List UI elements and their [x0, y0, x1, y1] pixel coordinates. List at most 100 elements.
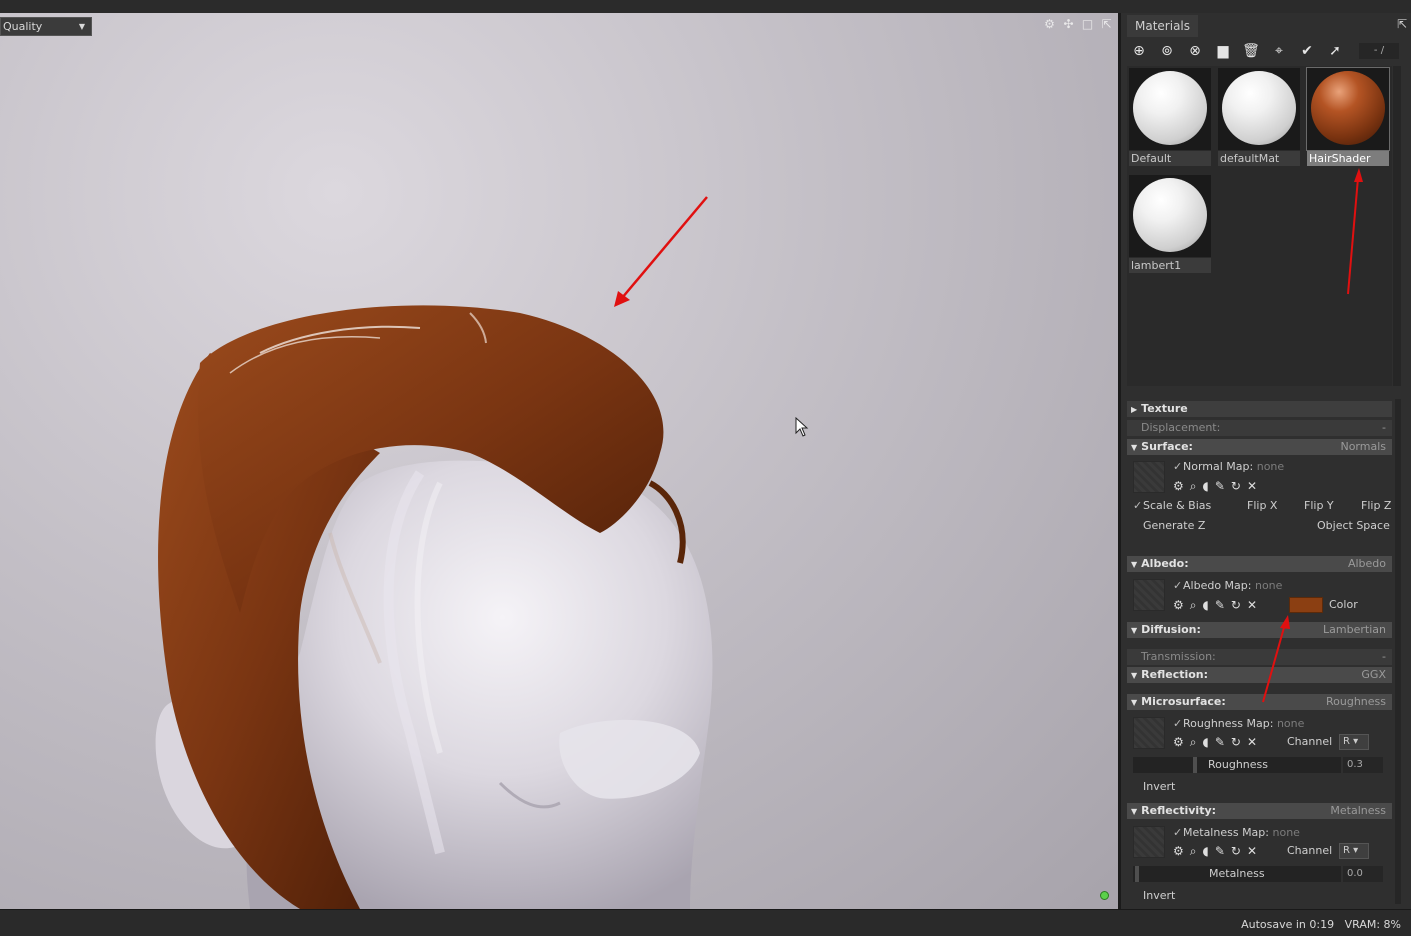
- reload-icon[interactable]: ↻: [1231, 734, 1241, 750]
- material-properties: ▶ Texture Displacement: - ▼ Surface: Normals…: [1127, 399, 1392, 909]
- edit-icon[interactable]: ✎: [1215, 843, 1225, 859]
- materials-panel: Materials ⇱ ⊕ ⊚ ⊗ ▆ 🗑 ⌖ ✔ ➚ - / Default …: [1118, 13, 1411, 909]
- folder-icon[interactable]: ▆: [1213, 41, 1233, 61]
- material-preview: [1222, 71, 1296, 145]
- invert-checkbox[interactable]: Invert: [1133, 888, 1175, 904]
- reload-icon[interactable]: ↻: [1231, 478, 1241, 494]
- app-window: Quality ▼ ⚙ ✣ □ ⇱ Materials ⇱ ⊕ ⊚ ⊗ ▆ 🗑 …: [0, 0, 1411, 936]
- metalness-value[interactable]: 0.0: [1343, 866, 1383, 882]
- close-icon[interactable]: ✕: [1247, 843, 1257, 859]
- roughness-map-slot[interactable]: [1133, 717, 1165, 749]
- normal-map-tools: ⚙ ⌕ ◖ ✎ ↻ ✕: [1173, 478, 1257, 494]
- sample-icon[interactable]: ◖: [1203, 734, 1209, 750]
- slider-handle[interactable]: [1193, 757, 1197, 773]
- status-indicator: [1100, 891, 1109, 900]
- sample-icon[interactable]: ◖: [1203, 597, 1209, 613]
- material-hairshader[interactable]: HairShader: [1305, 66, 1391, 168]
- autosave-text: Autosave in 0:19: [1241, 918, 1335, 931]
- section-surface[interactable]: ▼ Surface: Normals: [1127, 439, 1392, 455]
- duplicate-icon[interactable]: ⊚: [1157, 41, 1177, 61]
- slider-handle[interactable]: [1135, 866, 1139, 882]
- channel-label: Channel: [1287, 735, 1333, 748]
- section-albedo[interactable]: ▼ Albedo: Albedo: [1127, 556, 1392, 572]
- status-bar: Autosave in 0:19 VRAM: 8%: [0, 909, 1411, 936]
- flip-x-checkbox[interactable]: Flip X: [1237, 498, 1277, 514]
- tab-materials[interactable]: Materials: [1127, 15, 1199, 37]
- albedo-color-swatch[interactable]: [1289, 597, 1323, 613]
- roughness-channel-select[interactable]: R ▾: [1339, 734, 1369, 750]
- close-icon[interactable]: ✕: [1247, 597, 1257, 613]
- material-grid: Default defaultMat HairShader lambert1: [1127, 66, 1392, 386]
- search-icon[interactable]: ⌕: [1190, 478, 1197, 494]
- quality-dropdown[interactable]: Quality ▼: [0, 17, 92, 36]
- edit-icon[interactable]: ✎: [1215, 597, 1225, 613]
- annotation-arrow: [1262, 615, 1290, 703]
- export-icon[interactable]: ➚: [1325, 41, 1345, 61]
- reload-icon[interactable]: ↻: [1231, 597, 1241, 613]
- mouse-cursor-icon: [795, 417, 809, 437]
- flip-z-checkbox[interactable]: Flip Z: [1351, 498, 1391, 514]
- generate-z-checkbox[interactable]: Generate Z: [1133, 518, 1205, 534]
- sample-icon[interactable]: ◖: [1203, 478, 1209, 494]
- move-icon[interactable]: ✣: [1061, 17, 1076, 31]
- section-displacement[interactable]: Displacement: -: [1127, 420, 1392, 436]
- close-icon[interactable]: ✕: [1247, 478, 1257, 494]
- check-icon[interactable]: ✔: [1297, 41, 1317, 61]
- gear-icon[interactable]: ⚙: [1173, 478, 1184, 494]
- gear-icon[interactable]: ⚙: [1173, 597, 1184, 613]
- edit-icon[interactable]: ✎: [1215, 734, 1225, 750]
- maximize-icon[interactable]: □: [1080, 17, 1095, 31]
- flip-y-checkbox[interactable]: Flip Y: [1294, 498, 1334, 514]
- search-icon[interactable]: ⌕: [1190, 843, 1197, 859]
- invert-checkbox[interactable]: Invert: [1133, 779, 1175, 795]
- material-default[interactable]: Default: [1127, 66, 1213, 168]
- edit-icon[interactable]: ✎: [1215, 478, 1225, 494]
- albedo-map-slot[interactable]: [1133, 579, 1165, 611]
- material-label: HairShader: [1307, 151, 1389, 166]
- page-indicator[interactable]: - /: [1359, 43, 1399, 59]
- object-space-checkbox[interactable]: Object Space: [1307, 518, 1390, 534]
- albedo-map-label: Albedo Map:: [1183, 579, 1252, 592]
- material-label: lambert1: [1129, 258, 1211, 273]
- material-defaultmat[interactable]: defaultMat: [1216, 66, 1302, 168]
- metalness-map-slot[interactable]: [1133, 826, 1165, 858]
- metalness-map-tools: ⚙ ⌕ ◖ ✎ ↻ ✕: [1173, 843, 1257, 859]
- section-reflectivity[interactable]: ▼ Reflectivity: Metalness: [1127, 803, 1392, 819]
- properties-scrollbar[interactable]: [1395, 399, 1401, 904]
- material-scrollbar[interactable]: [1393, 66, 1401, 386]
- gear-icon[interactable]: ⚙: [1042, 17, 1057, 31]
- scene-render: [155, 196, 713, 909]
- roughness-value[interactable]: 0.3: [1343, 757, 1383, 773]
- popout-icon[interactable]: ⇱: [1397, 17, 1407, 31]
- metalness-slider[interactable]: Metalness: [1133, 866, 1341, 882]
- search-icon[interactable]: ⌕: [1190, 597, 1197, 613]
- add-icon[interactable]: ⊕: [1129, 41, 1149, 61]
- vram-text: VRAM: 8%: [1344, 918, 1401, 931]
- sample-icon[interactable]: ◖: [1203, 843, 1209, 859]
- normal-map-slot[interactable]: [1133, 461, 1165, 493]
- roughness-map-label: Roughness Map:: [1183, 717, 1274, 730]
- material-preview: [1133, 71, 1207, 145]
- search-icon[interactable]: ⌕: [1190, 734, 1197, 750]
- scale-bias-checkbox[interactable]: ✓Scale & Bias: [1133, 498, 1211, 514]
- gear-icon[interactable]: ⚙: [1173, 734, 1184, 750]
- material-lambert1[interactable]: lambert1: [1127, 173, 1213, 275]
- reload-icon[interactable]: ↻: [1231, 843, 1241, 859]
- materials-toolbar: ⊕ ⊚ ⊗ ▆ 🗑 ⌖ ✔ ➚ - /: [1129, 41, 1399, 61]
- material-label: Default: [1129, 151, 1211, 166]
- roughness-map-tools: ⚙ ⌕ ◖ ✎ ↻ ✕: [1173, 734, 1257, 750]
- top-bar: [0, 0, 1411, 13]
- roughness-slider[interactable]: Roughness: [1133, 757, 1341, 773]
- chevron-down-icon: ▼: [78, 22, 85, 31]
- merge-icon[interactable]: ⊗: [1185, 41, 1205, 61]
- section-texture[interactable]: ▶ Texture: [1127, 401, 1392, 417]
- picker-icon[interactable]: ⌖: [1269, 41, 1289, 61]
- metalness-channel-select[interactable]: R ▾: [1339, 843, 1369, 859]
- color-label: Color: [1329, 598, 1358, 611]
- close-icon[interactable]: ✕: [1247, 734, 1257, 750]
- popout-icon[interactable]: ⇱: [1099, 17, 1114, 31]
- delete-icon[interactable]: 🗑: [1241, 41, 1261, 61]
- viewport[interactable]: Quality ▼ ⚙ ✣ □ ⇱: [0, 13, 1118, 909]
- channel-label: Channel: [1287, 844, 1333, 857]
- gear-icon[interactable]: ⚙: [1173, 843, 1184, 859]
